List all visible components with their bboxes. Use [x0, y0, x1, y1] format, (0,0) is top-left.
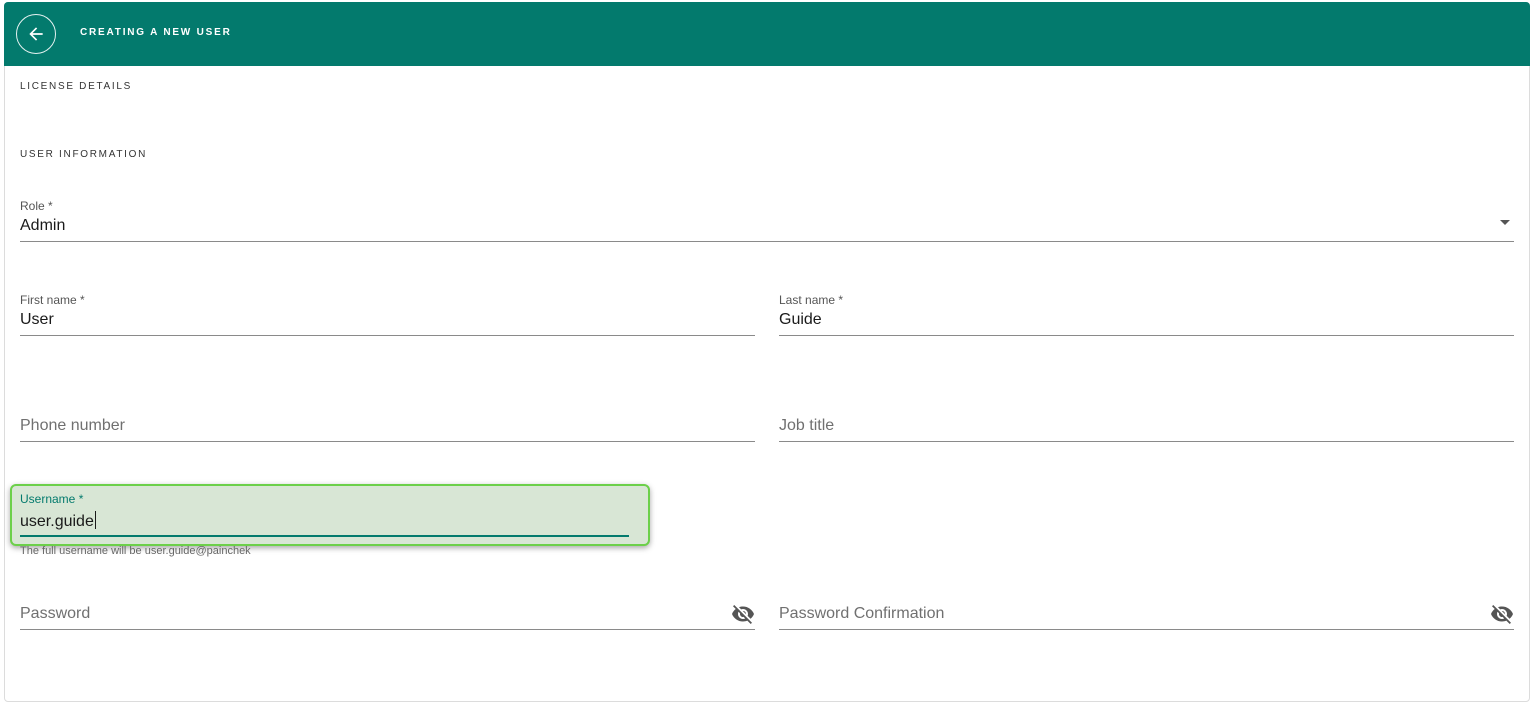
eye-off-icon[interactable]	[1490, 602, 1514, 626]
section-title-user-info: USER INFORMATION	[20, 149, 148, 160]
job-title-field[interactable]: Job title	[779, 396, 1514, 444]
password-confirmation-field[interactable]: Password Confirmation	[779, 584, 1514, 632]
phone-number-placeholder: Phone number	[20, 417, 125, 434]
username-label: Username *	[20, 492, 84, 506]
password-field[interactable]: Password	[20, 584, 755, 632]
username-value: user.guide	[20, 513, 94, 530]
first-name-field[interactable]: First name * User	[20, 290, 755, 338]
role-select[interactable]: Role * Admin	[20, 196, 1514, 244]
last-name-label: Last name *	[779, 293, 844, 307]
password-underline	[20, 629, 755, 630]
last-name-value: Guide	[779, 311, 822, 328]
job-title-placeholder: Job title	[779, 417, 835, 434]
username-hint: The full username will be user.guide@pai…	[20, 545, 251, 557]
text-cursor	[94, 511, 96, 529]
phone-number-underline	[20, 441, 755, 442]
last-name-underline	[779, 335, 1514, 336]
username-field[interactable]: Username * user.guide	[20, 490, 629, 538]
phone-number-field[interactable]: Phone number	[20, 396, 755, 444]
username-underline	[20, 535, 629, 537]
first-name-label: First name *	[20, 293, 85, 307]
role-value: Admin	[20, 217, 66, 234]
caret-down-icon[interactable]	[1500, 220, 1510, 225]
eye-off-icon[interactable]	[731, 602, 755, 626]
first-name-underline	[20, 335, 755, 336]
app-header: CREATING A NEW USER	[4, 2, 1530, 66]
page-title: CREATING A NEW USER	[80, 27, 232, 38]
password-placeholder: Password	[20, 605, 91, 622]
first-name-value: User	[20, 311, 54, 328]
back-button[interactable]	[16, 14, 56, 54]
job-title-underline	[779, 441, 1514, 442]
section-title-license: LICENSE DETAILS	[20, 81, 133, 92]
password-confirmation-underline	[779, 629, 1514, 630]
role-underline	[20, 241, 1514, 242]
arrow-left-icon	[29, 27, 43, 41]
role-label: Role *	[20, 199, 53, 213]
password-confirmation-placeholder: Password Confirmation	[779, 605, 945, 622]
last-name-field[interactable]: Last name * Guide	[779, 290, 1514, 338]
